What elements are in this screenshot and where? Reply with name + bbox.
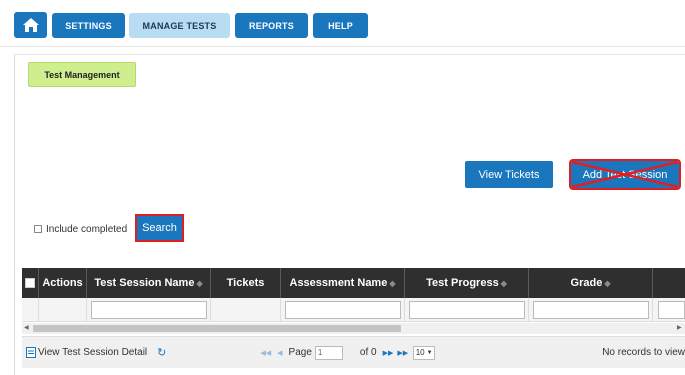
next-page-icon[interactable]: ▶▶ — [383, 349, 394, 357]
chevron-down-icon: ▼ — [426, 349, 433, 356]
sort-icon: ◆ — [604, 278, 611, 288]
tab-test-management[interactable]: Test Management — [28, 62, 136, 87]
grid-filter-row — [22, 298, 685, 322]
scroll-right-icon[interactable]: ▶ — [677, 324, 682, 331]
include-completed-row: Include completed — [34, 223, 127, 235]
prev-page-icon[interactable]: ◀ — [277, 349, 282, 357]
view-tickets-button[interactable]: View Tickets — [465, 161, 553, 188]
scrollbar-thumb[interactable] — [33, 325, 401, 332]
include-completed-label: Include completed — [46, 223, 128, 235]
filter-test-session-name[interactable] — [90, 301, 207, 319]
page-number-input[interactable]: 1 — [314, 345, 343, 360]
column-header-actions[interactable]: Actions — [39, 268, 87, 298]
filter-test-progress[interactable] — [408, 301, 525, 319]
sort-icon: ◆ — [500, 278, 507, 288]
include-completed-checkbox[interactable] — [34, 225, 42, 233]
page-count: of 0 — [359, 347, 377, 358]
nav-manage-tests[interactable]: MANAGE TESTS — [129, 13, 230, 38]
page-size-select[interactable]: 10 ▼ — [413, 345, 436, 360]
column-header-more — [653, 268, 685, 298]
filter-assessment-name[interactable] — [284, 301, 401, 319]
home-icon — [22, 18, 39, 32]
no-records-label: No records to view — [602, 347, 685, 358]
grid-header: Actions Test Session Name ◆ Tickets Asses… — [22, 268, 685, 298]
page-label: Page — [288, 347, 312, 358]
sort-icon: ◆ — [196, 278, 203, 288]
filter-grade[interactable] — [532, 301, 649, 319]
scroll-left-icon[interactable]: ◀ — [24, 324, 29, 331]
select-all-cell — [22, 268, 39, 298]
last-page-icon[interactable]: ▶▶ — [397, 349, 408, 357]
refresh-icon[interactable]: ↻ — [157, 346, 166, 359]
column-header-grade[interactable]: Grade ◆ — [529, 268, 653, 298]
first-page-icon[interactable]: ◀◀ — [260, 349, 271, 357]
divider — [0, 46, 685, 47]
view-detail-link[interactable]: View Test Session Detail — [26, 347, 147, 358]
column-header-assessment-name[interactable]: Assessment Name ◆ — [281, 268, 405, 298]
sort-icon: ◆ — [389, 278, 396, 288]
nav-settings[interactable]: SETTINGS — [52, 13, 125, 38]
search-button[interactable]: Search — [135, 214, 184, 242]
nav-reports[interactable]: REPORTS — [235, 13, 308, 38]
column-header-test-progress[interactable]: Test Progress ◆ — [405, 268, 529, 298]
home-button[interactable] — [14, 12, 47, 38]
column-header-tickets[interactable]: Tickets — [211, 268, 281, 298]
add-test-session-button[interactable]: Add Test Session — [569, 159, 681, 190]
filter-more[interactable] — [658, 301, 685, 319]
document-icon — [26, 347, 36, 358]
column-header-test-session-name[interactable]: Test Session Name ◆ — [87, 268, 211, 298]
select-all-checkbox[interactable] — [25, 278, 35, 288]
nav-help[interactable]: HELP — [313, 13, 368, 38]
grid-pager: View Test Session Detail ↻ ◀◀ ◀ Page 1 o… — [22, 336, 685, 368]
